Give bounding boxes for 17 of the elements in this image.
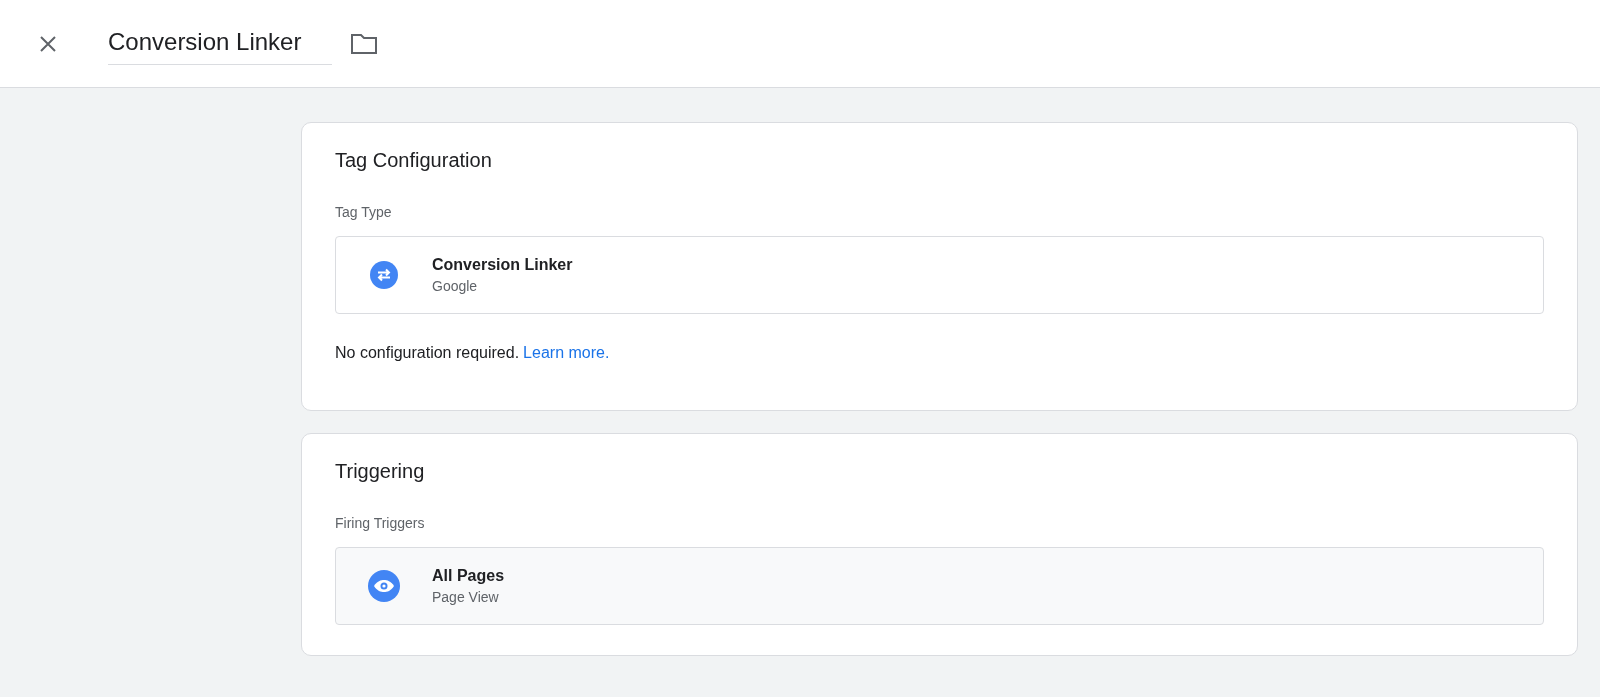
- tag-name-field[interactable]: Conversion Linker: [108, 22, 332, 65]
- folder-icon[interactable]: [350, 31, 378, 56]
- section-title: Triggering: [335, 460, 426, 483]
- close-icon: [38, 33, 58, 54]
- note-text: No configuration required.: [335, 344, 520, 361]
- item-name: All Pages: [432, 567, 505, 585]
- item-subtitle: Page View: [432, 589, 500, 605]
- field-label: Firing Triggers: [335, 515, 426, 531]
- item-subtitle: Google: [432, 278, 479, 294]
- section-title: Tag Configuration: [335, 149, 493, 172]
- tag-type-row[interactable]: Conversion Linker Google: [335, 236, 1544, 314]
- swap-arrows-icon: [370, 261, 398, 289]
- item-name: Conversion Linker: [432, 256, 573, 274]
- field-label: Tag Type: [335, 204, 393, 220]
- learn-more-link[interactable]: Learn more.: [523, 344, 610, 361]
- eye-icon: [368, 570, 400, 602]
- trigger-row[interactable]: All Pages Page View: [335, 547, 1544, 625]
